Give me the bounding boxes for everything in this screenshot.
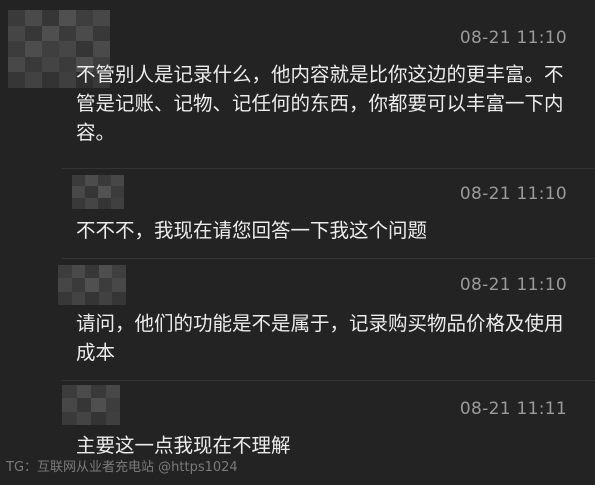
message-text: 请问，他们的功能是不是属于，记录购买物品价格及使用成本: [76, 312, 564, 364]
message-timestamp: 08-21 11:11: [459, 399, 567, 419]
message-item: 08-21 11:10 请问，他们的功能是不是属于，记录购买物品价格及使用成本: [58, 258, 595, 381]
sender-avatar-pixelated[interactable]: [62, 385, 120, 425]
sender-avatar-pixelated[interactable]: [72, 175, 124, 209]
watermark-text: TG：互联网从业者充电站 @https1024: [6, 460, 238, 475]
message-item: 08-21 11:10 不不不，我现在请您回答一下我这个问题: [62, 168, 595, 259]
message-text: 不管别人是记录什么，他内容就是比你这边的更丰富。不管是记账、记物、记任何的东西，…: [76, 63, 564, 144]
message-timestamp: 08-21 11:10: [459, 184, 567, 204]
message-timestamp: 08-21 11:10: [459, 28, 567, 48]
sender-avatar-pixelated[interactable]: [58, 265, 126, 305]
chat-message-list: 08-21 11:10 不管别人是记录什么，他内容就是比你这边的更丰富。不管是记…: [0, 0, 595, 484]
message-item: 08-21 11:10 不管别人是记录什么，他内容就是比你这边的更丰富。不管是记…: [8, 0, 595, 168]
message-timestamp: 08-21 11:10: [459, 275, 567, 295]
message-text: 不不不，我现在请您回答一下我这个问题: [76, 219, 428, 242]
